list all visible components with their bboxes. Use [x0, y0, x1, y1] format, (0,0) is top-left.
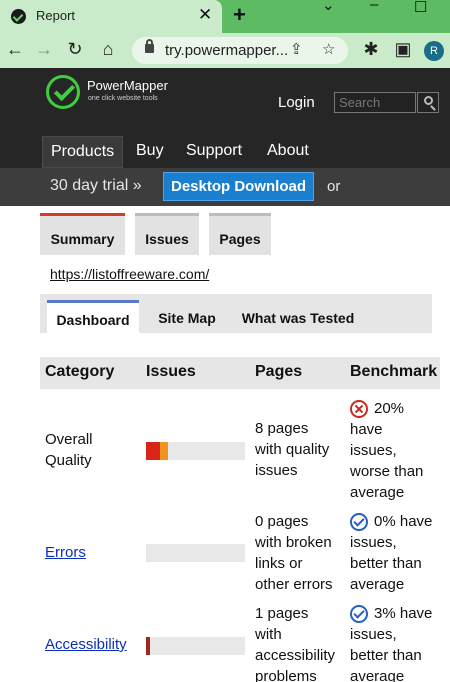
pages-text: accessibility [255, 647, 336, 664]
benchmark-text: average [350, 576, 405, 593]
browser-tab[interactable]: Report ✕ [0, 0, 222, 33]
tab-what-was-tested[interactable]: What was Tested [233, 300, 363, 333]
benchmark-text: better than [350, 555, 422, 572]
issues-bar-segment [146, 637, 150, 655]
benchmark-text: average [350, 484, 405, 501]
lock-icon[interactable] [145, 39, 154, 53]
extensions-icon[interactable]: ✱ [360, 39, 382, 60]
benchmark-text: issues, [350, 626, 397, 643]
column-header-category: Category [45, 363, 115, 380]
benchmark-text: 20% [374, 400, 405, 417]
benchmark-text: worse than [350, 463, 424, 480]
login-link[interactable]: Login [278, 94, 315, 111]
pages-text: with broken [255, 534, 332, 551]
browser-tab-strip: Report ✕ + ⌄ – ☐ [0, 0, 450, 33]
desktop-download-button[interactable]: Desktop Download [163, 172, 314, 201]
tab-issues[interactable]: Issues [135, 213, 199, 255]
pages-text: problems [255, 668, 317, 682]
issues-bar [146, 544, 245, 562]
trial-text[interactable]: 30 day trial » [50, 177, 142, 195]
tab-pages[interactable]: Pages [209, 213, 271, 255]
brand-name[interactable]: PowerMapper [87, 78, 168, 93]
category-cell: Errors [45, 542, 86, 563]
errors-link[interactable]: Errors [45, 544, 86, 561]
benchmark-text: 0% have [374, 513, 433, 530]
nav-item-buy[interactable]: Buy [128, 136, 172, 168]
bookmark-star-icon[interactable]: ☆ [322, 40, 335, 58]
new-tab-button[interactable]: + [233, 2, 246, 28]
category-text: Overall [45, 431, 93, 448]
category-text: Quality [45, 452, 92, 469]
close-icon[interactable]: ✕ [198, 5, 212, 25]
or-text: or [327, 178, 341, 195]
benchmark-text: have [350, 421, 383, 438]
pages-cell: 0 pages with broken links or other error… [255, 511, 333, 595]
benchmark-cell: 20% have issues, worse than average [350, 398, 423, 503]
main-nav: Products Buy Support About [0, 136, 450, 168]
column-header-pages: Pages [255, 363, 303, 380]
pages-cell: 8 pages with quality issues [255, 418, 329, 481]
back-icon[interactable]: ← [4, 39, 26, 60]
favicon-icon [11, 9, 26, 24]
nav-item-support[interactable]: Support [178, 136, 250, 168]
issues-bar-segment [160, 442, 168, 460]
pages-text: issues [255, 462, 298, 479]
search-icon [424, 96, 433, 105]
trial-bar: 30 day trial » Desktop Download or [0, 168, 450, 206]
search-placeholder: Search [339, 95, 381, 110]
pages-text: with [255, 626, 282, 643]
pages-text: 0 pages [255, 513, 309, 530]
pages-text: 1 pages [255, 605, 309, 622]
avatar[interactable]: R [424, 41, 444, 61]
category-cell: Accessibility [45, 634, 127, 655]
search-button[interactable] [417, 92, 439, 113]
share-icon[interactable]: ⇪ [290, 40, 303, 58]
brand-tagline: one click website tools [88, 95, 158, 102]
url-text[interactable]: try.powermapper... [165, 42, 288, 59]
column-header-benchmark: Benchmark [350, 363, 438, 380]
issues-bar-segment [146, 442, 160, 460]
tab-summary[interactable]: Summary [40, 213, 125, 255]
benchmark-text: issues, [350, 534, 397, 551]
pages-text: 8 pages [255, 420, 309, 437]
tab-dashboard[interactable]: Dashboard [47, 300, 139, 333]
address-bar[interactable]: try.powermapper... ⇪ ☆ [132, 37, 348, 64]
tab-site-map[interactable]: Site Map [150, 300, 224, 333]
issues-bar [146, 637, 245, 655]
pages-text: links or [255, 555, 303, 572]
reload-icon[interactable]: ↻ [64, 39, 86, 60]
maximize-icon[interactable]: ☐ [414, 0, 427, 16]
benchmark-text: better than [350, 647, 422, 664]
tab-title: Report [36, 8, 76, 23]
issues-bar [146, 442, 245, 460]
column-header-issues: Issues [146, 363, 196, 380]
site-url-link[interactable]: https://listoffreeware.com/ [50, 266, 209, 282]
browser-toolbar: ← → ↻ ⌂ try.powermapper... ⇪ ☆ ✱ ▣ R [0, 33, 450, 68]
powermapper-logo-icon[interactable] [46, 75, 80, 109]
category-cell: Overall Quality [45, 429, 93, 471]
site-header: PowerMapper one click website tools Logi… [0, 68, 450, 168]
search-input[interactable]: Search [334, 92, 416, 113]
minimize-icon[interactable]: – [370, 0, 378, 13]
nav-item-about[interactable]: About [259, 136, 317, 168]
side-panel-icon[interactable]: ▣ [392, 39, 414, 60]
chevron-down-icon[interactable]: ⌄ [322, 0, 335, 14]
accessibility-link[interactable]: Accessibility [45, 636, 127, 653]
benchmark-cell: 3% have issues, better than average [350, 603, 432, 682]
benchmark-text: average [350, 668, 405, 682]
nav-item-products[interactable]: Products [42, 136, 124, 168]
table-header: Category Issues Pages Benchmark [40, 357, 440, 389]
home-icon[interactable]: ⌂ [97, 39, 119, 60]
benchmark-cell: 0% have issues, better than average [350, 511, 432, 595]
pages-cell: 1 pages with accessibility problems [255, 603, 335, 682]
pages-text: with quality [255, 441, 330, 458]
forward-icon[interactable]: → [33, 39, 55, 60]
benchmark-text: issues, [350, 442, 397, 459]
pages-text: other errors [255, 576, 333, 593]
benchmark-text: 3% have [374, 605, 433, 622]
